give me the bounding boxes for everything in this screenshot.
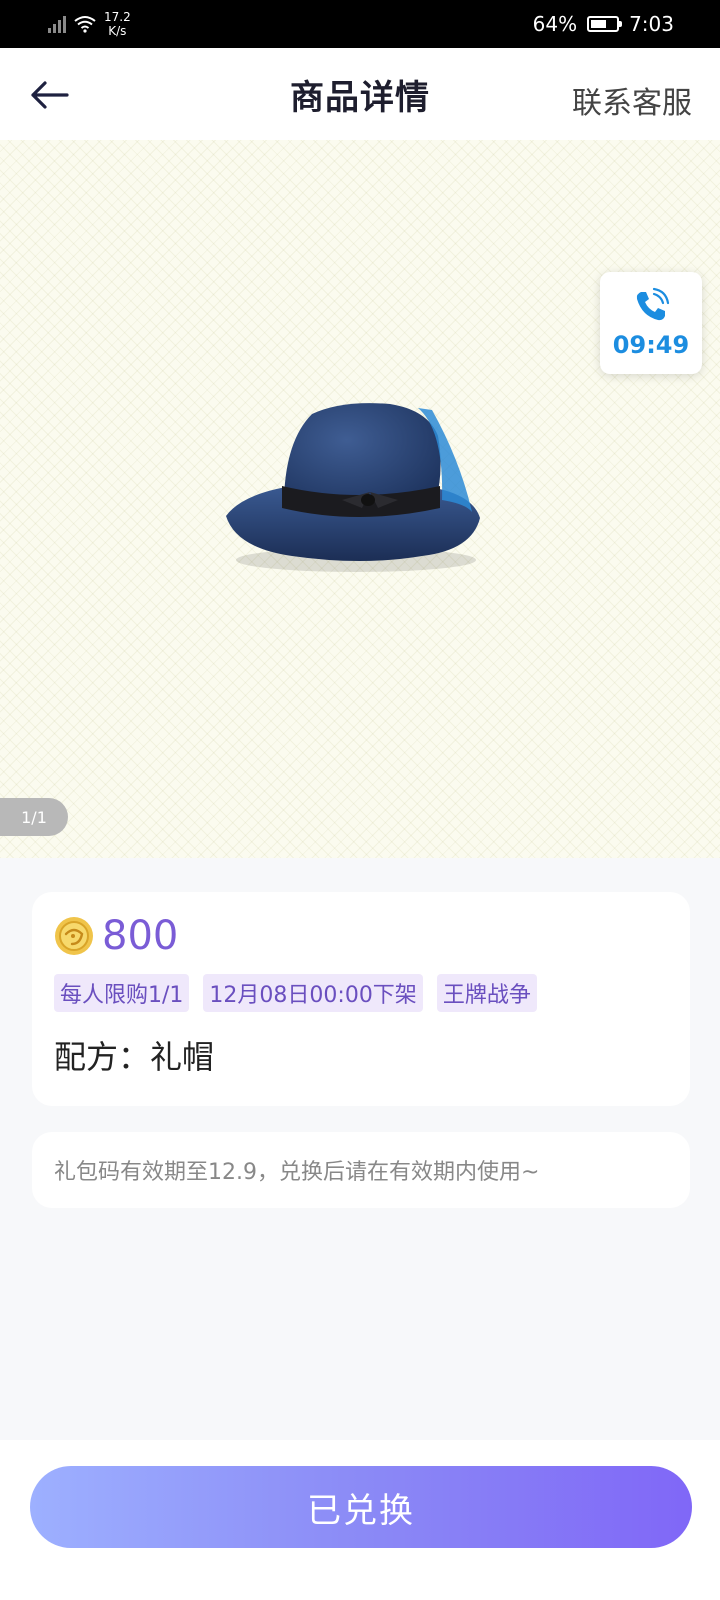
contact-support-link[interactable]: 联系客服: [572, 78, 692, 122]
price-row: 800: [54, 908, 668, 964]
tag-offshelf-time: 12月08日00:00下架: [203, 974, 423, 1012]
page-header: 商品详情 联系客服: [0, 48, 720, 140]
coin-icon: [55, 917, 93, 955]
redeemed-button[interactable]: 已兑换: [30, 1466, 692, 1548]
network-speed: 17.2 K/s: [104, 10, 131, 38]
bottom-action-bar: 已兑换: [0, 1440, 720, 1600]
call-floating-widget[interactable]: 09:49: [600, 272, 702, 374]
arrow-left-icon: [31, 81, 69, 109]
tag-list: 每人限购1/1 12月08日00:00下架 王牌战争: [54, 974, 668, 1012]
redeem-note: 礼包码有效期至12.9，兑换后请在有效期内使用~: [32, 1132, 690, 1208]
back-button[interactable]: [26, 72, 72, 118]
status-right: 64% 7:03: [533, 12, 674, 36]
clock: 7:03: [629, 12, 674, 36]
phone-icon: [636, 287, 670, 321]
network-speed-unit: K/s: [108, 24, 127, 38]
price-value: 800: [102, 913, 179, 959]
signal-icon: [48, 15, 66, 33]
network-speed-value: 17.2: [104, 10, 131, 24]
product-recipe: 配方：礼帽: [54, 1038, 215, 1076]
page-title: 商品详情: [290, 77, 430, 118]
wifi-icon: [74, 15, 96, 33]
status-left: 17.2 K/s: [48, 10, 131, 38]
product-info-card: 800 每人限购1/1 12月08日00:00下架 王牌战争 配方：礼帽: [32, 892, 690, 1106]
battery-percent: 64%: [532, 12, 578, 36]
battery-icon: [587, 16, 623, 32]
image-pager: 1/1: [0, 798, 68, 836]
product-image-carousel[interactable]: 1/1 09:49: [0, 140, 720, 858]
status-bar: 17.2 K/s 64% 7:03: [0, 0, 720, 48]
fedora-hat-image: [226, 403, 480, 572]
call-timer: 09:49: [612, 331, 690, 359]
tag-game-name: 王牌战争: [436, 974, 537, 1012]
tag-purchase-limit: 每人限购1/1: [54, 974, 190, 1012]
